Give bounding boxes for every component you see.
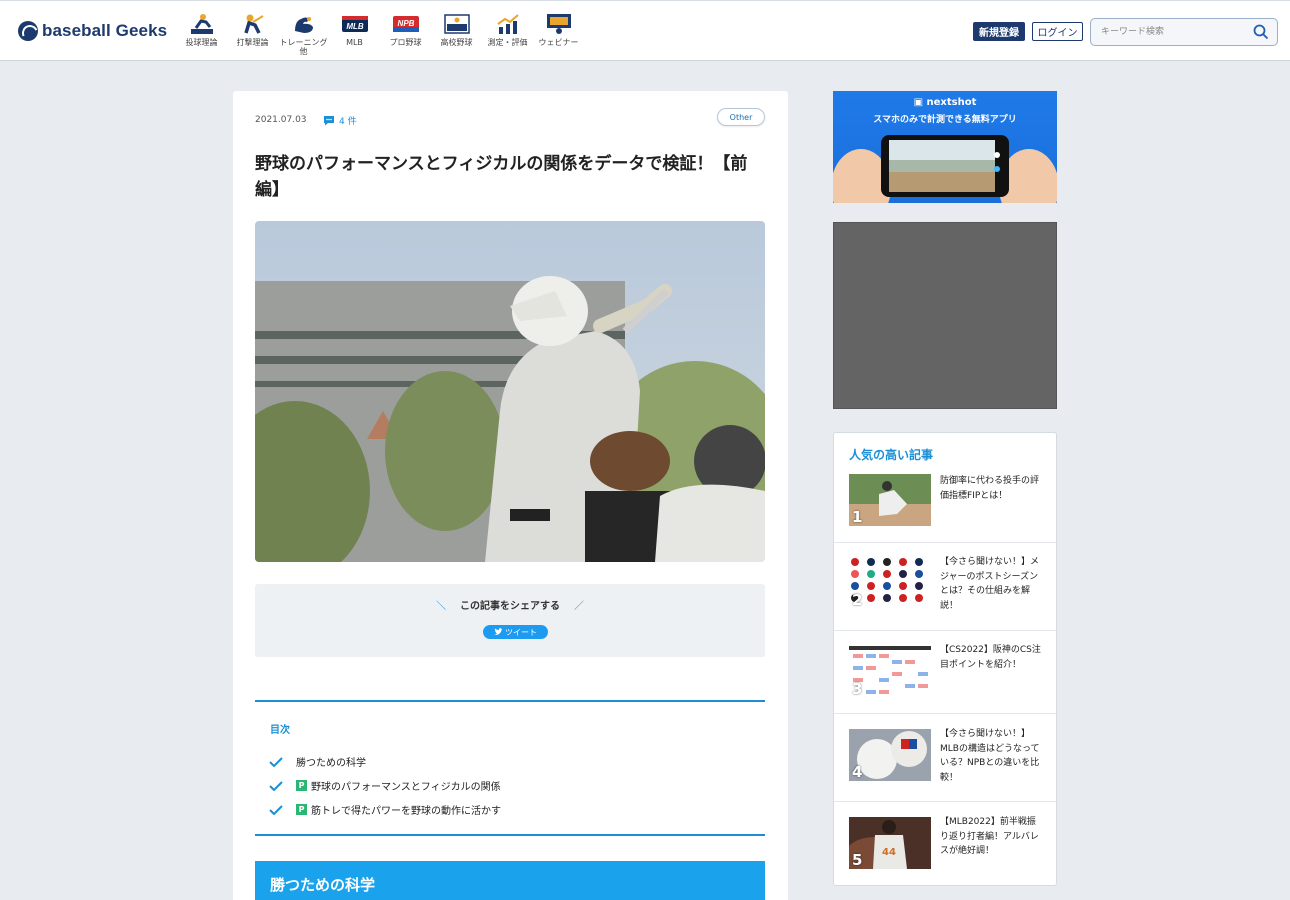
search-icon[interactable] [1253,24,1269,40]
slash-left-icon: ＼ [436,601,446,612]
pitcher-icon [189,13,215,35]
article-thumbnail: 2 [849,557,931,609]
toc-item-label: 勝つための科学 [296,758,366,769]
nextshot-logo-icon: ▣ [913,97,927,108]
nav-item-npb[interactable]: NPB プロ野球 [380,13,431,56]
list-item[interactable]: 2 【今さら聞けない！】メジャーのポストシーズンとは？その仕組みを解説！ [834,543,1056,631]
comment-count-text: 4 件 [339,117,357,127]
check-icon [269,804,283,815]
list-item[interactable]: 4 【今さら聞けない！】MLBの構造はどうなっている？NPBとの違いを比較！ [834,714,1056,802]
toc-item[interactable]: P 筋トレで得たパワーを野球の動作に活かす [269,802,501,817]
category-tag[interactable]: Other [717,108,765,126]
svg-text:44: 44 [882,847,896,858]
article-thumbnail: 44 5 [849,817,931,869]
comment-count[interactable]: 4 件 [323,114,357,127]
nav-item-pitching[interactable]: 投球理論 [176,13,227,56]
nextshot-ad-banner[interactable]: ▣ nextshot スマホのみで計測できる無料アプリ [833,91,1057,203]
table-of-contents: 目次 勝つための科学 P 野球のパフォーマンスとフィジカルの関係 P 筋トレで得… [255,700,765,836]
twitter-bird-icon [494,628,503,635]
nav-item-batting[interactable]: 打撃理論 [227,13,278,56]
nav-item-mlb[interactable]: MLB MLB [329,13,380,56]
popular-article-title: 防御率に代わる投手の評価指標FIPとは！ [940,476,1040,501]
popular-title: 人気の高い記事 [849,448,934,462]
tweet-label: ツイート [505,627,537,637]
presenter-icon [546,13,572,35]
check-icon [269,780,283,791]
toc-item[interactable]: 勝つための科学 [269,754,366,769]
premium-badge: P [296,804,307,815]
chart-up-icon [495,13,521,35]
baseball-logo-icon [18,21,38,41]
article-card: 2021.07.03 4 件 Other 野球のパフォーマンスとフィジカルの関係… [233,91,788,900]
list-item[interactable]: 3 【CS2022】阪神のCS注目ポイントを紹介！ [834,631,1056,714]
login-button[interactable]: ログイン [1032,22,1083,41]
premium-badge: P [296,780,307,791]
npb-badge-icon: NPB [392,13,419,35]
mlb-badge-icon: MLB [341,13,368,35]
rank-number: 1 [852,508,863,526]
article-thumbnail: 4 [849,729,931,781]
batter-icon [240,13,266,35]
search-input[interactable] [1101,24,1251,40]
article-thumbnail: 3 [849,646,931,698]
search-box [1090,18,1278,46]
rank-number: 5 [852,851,863,869]
tweet-button[interactable]: ツイート [483,625,548,639]
comment-icon [324,116,334,126]
ad-brand: nextshot [926,97,977,108]
svg-text:MLB: MLB [346,22,364,31]
list-item[interactable]: 44 5 【MLB2022】前半戦振り返り打者編！アルバレスが絶好調！ [834,802,1056,885]
list-item[interactable]: 1 防御率に代わる投手の評価指標FIPとは！ [834,473,1056,543]
muscle-arm-icon [291,13,317,35]
scoreboard-icon [443,13,470,35]
site-header: baseball Geeks 投球理論 打撃理論 トレーニング 他 MLB ML… [0,0,1290,61]
article-title: 野球のパフォーマンスとフィジカルの関係をデータで検証！【前編】 [255,154,748,200]
toc-item-label: 筋トレで得たパワーを野球の動作に活かす [311,806,501,817]
ad-placeholder[interactable] [833,222,1057,409]
share-label: この記事をシェアする [460,601,560,612]
hero-image [255,221,765,562]
popular-article-title: 【MLB2022】前半戦振り返り打者編！アルバレスが絶好調！ [940,817,1039,856]
site-logo[interactable]: baseball Geeks [18,19,167,43]
publish-date: 2021.07.03 [255,115,307,125]
category-nav: 投球理論 打撃理論 トレーニング 他 MLB MLB NPB プロ野球 高校野球… [176,13,584,56]
toc-item[interactable]: P 野球のパフォーマンスとフィジカルの関係 [269,778,501,793]
rank-number: 3 [852,680,863,698]
signup-button[interactable]: 新規登録 [973,22,1025,41]
article-thumbnail: 1 [849,474,931,526]
share-box: ＼ この記事をシェアする ／ ツイート [255,584,765,657]
toc-item-label: 野球のパフォーマンスとフィジカルの関係 [311,782,501,793]
logo-text: baseball Geeks [42,21,168,40]
svg-text:NPB: NPB [397,19,414,28]
nav-item-webinar[interactable]: ウェビナー [533,13,584,56]
nav-item-highschool[interactable]: 高校野球 [431,13,482,56]
section-heading: 勝つための科学 [255,861,765,900]
check-icon [269,756,283,767]
popular-articles: 人気の高い記事 1 防御率に代わる投手の評価指標FIPとは！ 2 【今さら聞けな… [833,432,1057,886]
nav-item-measurement[interactable]: 測定・評価 [482,13,533,56]
popular-article-title: 【CS2022】阪神のCS注目ポイントを紹介！ [940,645,1041,670]
toc-title: 目次 [270,725,290,736]
popular-article-title: 【今さら聞けない！】メジャーのポストシーズンとは？その仕組みを解説！ [940,557,1040,611]
rank-number: 2 [852,591,863,609]
popular-article-title: 【今さら聞けない！】MLBの構造はどうなっている？NPBとの違いを比較！ [940,729,1040,783]
phone-in-hands-image [833,135,1057,203]
rank-number: 4 [852,763,863,781]
slash-right-icon: ／ [574,601,584,612]
nav-item-training[interactable]: トレーニング 他 [278,13,329,56]
ad-tagline: スマホのみで計測できる無料アプリ [873,115,1017,125]
